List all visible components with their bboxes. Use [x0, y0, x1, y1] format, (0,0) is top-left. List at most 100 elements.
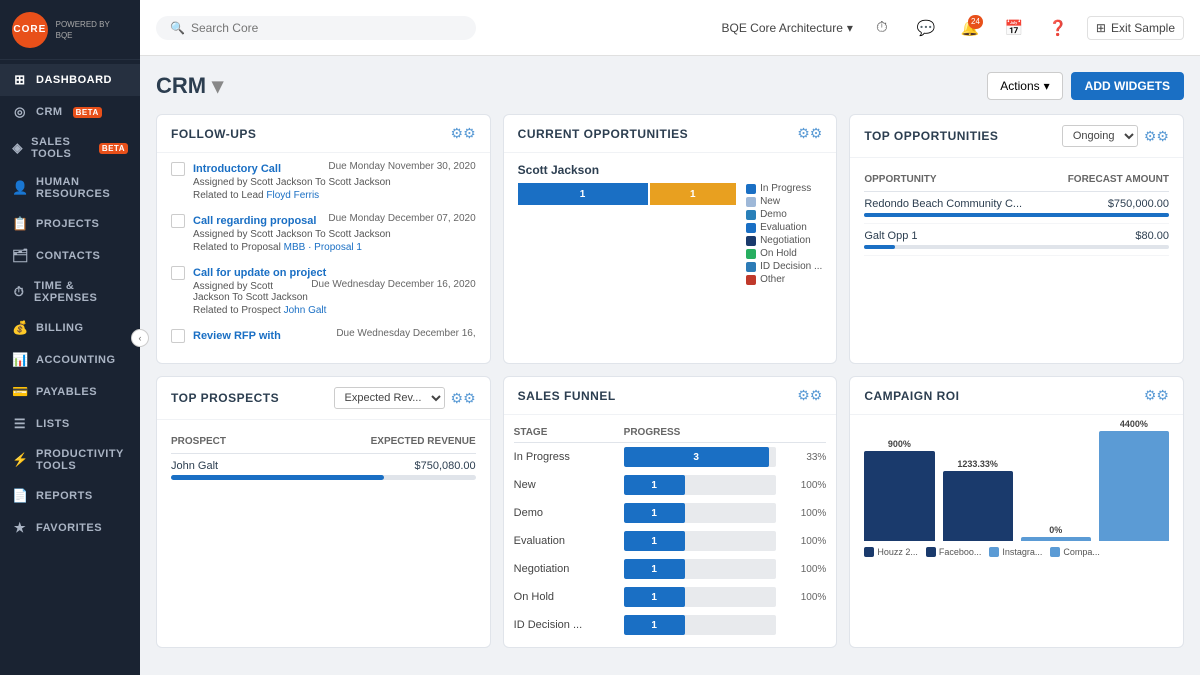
- calendar-button[interactable]: 📅: [999, 13, 1029, 43]
- sidebar-item-crm[interactable]: ◎ CRM BETA: [0, 96, 140, 128]
- sidebar-item-time-expenses[interactable]: ⏱ TIME & EXPENSES: [0, 272, 140, 312]
- followup-title-link[interactable]: Review RFP with: [193, 330, 281, 342]
- followup-title-link[interactable]: Call for update on project: [193, 267, 326, 279]
- dashboard-icon: ⊞: [12, 72, 28, 88]
- exit-sample-button[interactable]: ⊞ Exit Sample: [1087, 16, 1184, 40]
- top-prospects-settings-icon[interactable]: ⚙⚙: [451, 390, 476, 407]
- billing-icon: 💰: [12, 320, 28, 336]
- current-opp-title: Current Opportunities: [518, 127, 689, 141]
- sidebar-item-label: SALES TOOLS: [31, 136, 89, 160]
- sidebar-item-label: LISTS: [36, 418, 70, 430]
- search-box[interactable]: 🔍: [156, 16, 476, 40]
- add-widgets-button[interactable]: ADD WIDGETS: [1071, 72, 1184, 100]
- sidebar-collapse-button[interactable]: ‹: [131, 329, 149, 347]
- followup-checkbox[interactable]: [171, 214, 185, 228]
- sidebar-item-reports[interactable]: 📄 REPORTS: [0, 480, 140, 512]
- followup-assigned: Assigned by Scott Jackson To Scott Jacks…: [193, 229, 476, 240]
- sidebar-item-human-resources[interactable]: 👤 HUMAN RESOURCES: [0, 168, 140, 208]
- notifications-button[interactable]: 🔔 24: [955, 13, 985, 43]
- sidebar-item-favorites[interactable]: ★ FAVORITES: [0, 512, 140, 544]
- topbar-right: BQE Core Architecture ▾ ⏱ 💬 🔔 24 📅 ❓ ⊞ E…: [721, 13, 1184, 43]
- followup-checkbox[interactable]: [171, 329, 185, 343]
- title-chevron-icon[interactable]: ▾: [212, 73, 223, 99]
- chat-button[interactable]: 💬: [911, 13, 941, 43]
- legend-dot: [864, 547, 874, 557]
- timer-button[interactable]: ⏱: [867, 13, 897, 43]
- sales-funnel-header: Sales Funnel ⚙⚙: [504, 377, 837, 415]
- campaign-roi-header: Campaign ROI ⚙⚙: [850, 377, 1183, 415]
- followup-related-link[interactable]: Floyd Ferris: [266, 190, 319, 201]
- followup-related-link[interactable]: John Galt: [284, 305, 327, 316]
- prospect-col-revenue: EXPECTED REVENUE: [371, 436, 476, 447]
- bar-facebook: 1233.33%: [943, 459, 1013, 541]
- followup-related-link[interactable]: MBB · Proposal 1: [284, 242, 362, 253]
- workspace-selector[interactable]: BQE Core Architecture ▾: [721, 21, 852, 35]
- logo-text: POWERED BY BQE: [56, 19, 128, 41]
- bar-value-label: 900%: [888, 439, 911, 449]
- prospect-progress-track: [171, 475, 476, 480]
- sidebar-item-dashboard[interactable]: ⊞ DASHBOARD: [0, 64, 140, 96]
- reports-icon: 📄: [12, 488, 28, 504]
- actions-button[interactable]: Actions ▾: [987, 72, 1062, 100]
- current-opp-settings-icon[interactable]: ⚙⚙: [797, 125, 822, 142]
- sidebar-item-contacts[interactable]: 🗂 CONTACTS: [0, 240, 140, 272]
- sidebar-item-label: HUMAN RESOURCES: [36, 176, 128, 200]
- sales-funnel-body: STAGE PROGRESS In Progress 3 33% New: [504, 415, 837, 647]
- sidebar-item-sales-tools[interactable]: ◈ SALES TOOLS BETA: [0, 128, 140, 168]
- funnel-row: In Progress 3 33%: [514, 443, 827, 471]
- campaign-roi-title: Campaign ROI: [864, 389, 959, 403]
- funnel-pct: 100%: [776, 508, 826, 519]
- lists-icon: ☰: [12, 416, 28, 432]
- title-text: CRM: [156, 73, 206, 99]
- funnel-track: 1: [624, 615, 777, 635]
- campaign-bar-chart: 900% 1233.33% 0%: [858, 421, 1175, 541]
- followup-related: Related to Proposal MBB · Proposal 1: [193, 242, 476, 253]
- legend-company: Compa...: [1050, 547, 1100, 557]
- sidebar-item-accounting[interactable]: 📊 ACCOUNTING: [0, 344, 140, 376]
- opp-amount: $750,000.00: [1108, 198, 1169, 210]
- followup-checkbox[interactable]: [171, 266, 185, 280]
- followups-settings-icon[interactable]: ⚙⚙: [451, 125, 476, 142]
- funnel-fill: 1: [624, 615, 685, 635]
- search-input[interactable]: [191, 21, 391, 35]
- sidebar-item-label: ACCOUNTING: [36, 354, 116, 366]
- help-button[interactable]: ❓: [1043, 13, 1073, 43]
- funnel-row: Demo 1 100%: [514, 499, 827, 527]
- top-prospects-header: Top Prospects Expected Rev... ⚙⚙: [157, 377, 490, 420]
- campaign-roi-settings-icon[interactable]: ⚙⚙: [1144, 387, 1169, 404]
- funnel-row: ID Decision ... 1: [514, 611, 827, 639]
- funnel-row: New 1 100%: [514, 471, 827, 499]
- top-opp-header: Top Opportunities Ongoing All Won Lost ⚙…: [850, 115, 1183, 158]
- followup-title-link[interactable]: Call regarding proposal: [193, 215, 316, 227]
- prospect-name: John Galt: [171, 460, 218, 472]
- followups-body: Introductory Call Due Monday November 30…: [157, 153, 490, 363]
- top-opp-settings-icon[interactable]: ⚙⚙: [1144, 128, 1169, 145]
- funnel-stage: Evaluation: [514, 535, 624, 547]
- payables-icon: 💳: [12, 384, 28, 400]
- legend-evaluation: Evaluation: [746, 222, 822, 233]
- funnel-track: 1: [624, 559, 777, 579]
- funnel-pct: 100%: [776, 536, 826, 547]
- top-prospects-filter[interactable]: Expected Rev...: [334, 387, 445, 409]
- funnel-table-header: STAGE PROGRESS: [514, 423, 827, 443]
- logo-icon: CORE: [12, 12, 48, 48]
- exit-label: Exit Sample: [1111, 21, 1175, 35]
- followups-header: Follow-Ups ⚙⚙: [157, 115, 490, 153]
- sidebar-item-lists[interactable]: ☰ LISTS: [0, 408, 140, 440]
- sales-funnel-title: Sales Funnel: [518, 389, 616, 403]
- top-opp-table-header: OPPORTUNITY FORECAST AMOUNT: [864, 168, 1169, 192]
- prospect-col-name: PROSPECT: [171, 436, 226, 447]
- sidebar-item-productivity[interactable]: ⚡ PRODUCTIVITY TOOLS: [0, 440, 140, 480]
- followup-title-link[interactable]: Introductory Call: [193, 163, 281, 175]
- sidebar-item-billing[interactable]: 💰 BILLING: [0, 312, 140, 344]
- funnel-col-pct: [776, 427, 826, 438]
- top-opp-filter[interactable]: Ongoing All Won Lost: [1062, 125, 1138, 147]
- sales-funnel-settings-icon[interactable]: ⚙⚙: [797, 387, 822, 404]
- followup-content: Review RFP with Due Wednesday December 1…: [193, 328, 476, 343]
- accounting-icon: 📊: [12, 352, 28, 368]
- followup-checkbox[interactable]: [171, 162, 185, 176]
- funnel-fill: 1: [624, 503, 685, 523]
- sidebar-item-projects[interactable]: 📋 PROJECTS: [0, 208, 140, 240]
- funnel-stage: New: [514, 479, 624, 491]
- sidebar-item-payables[interactable]: 💳 PAYABLES: [0, 376, 140, 408]
